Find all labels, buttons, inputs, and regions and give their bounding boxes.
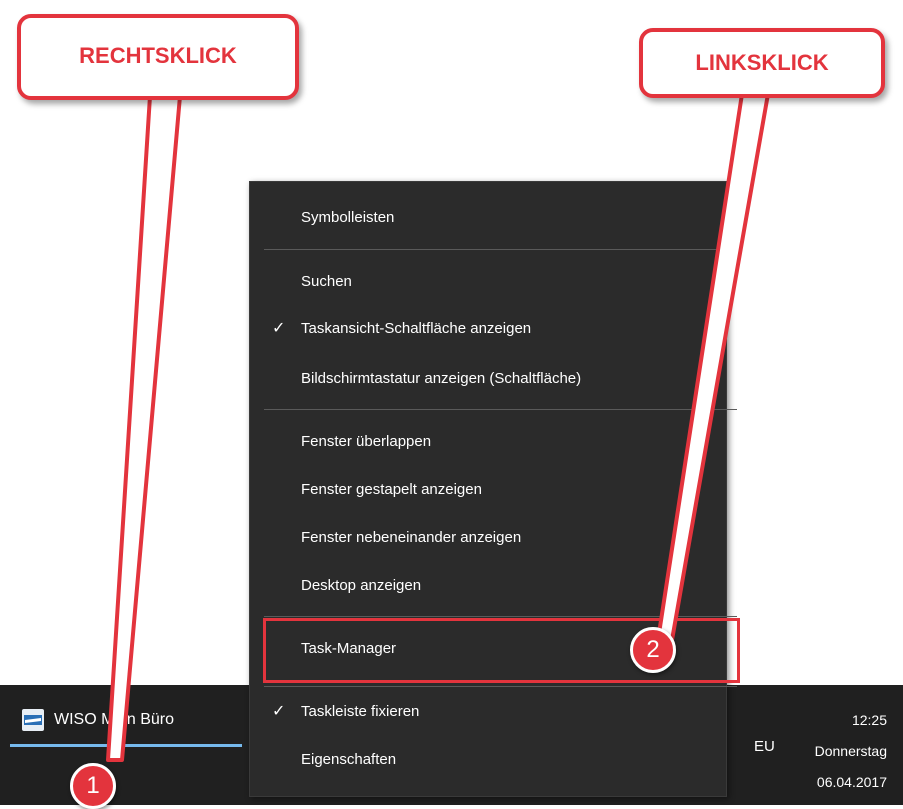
taskbar-context-menu: Symbolleisten Suchen ✓ Taskansicht-Schal… [249,181,737,797]
menu-item-label: Desktop anzeigen [301,577,422,594]
menu-separator [264,249,737,250]
checkmark-icon: ✓ [272,703,286,720]
clock-date: 06.04.2017 [816,774,887,790]
active-indicator [10,744,242,747]
menu-item-desktop-anzeigen[interactable]: Desktop anzeigen [250,566,726,606]
taskbar-app-wiso[interactable]: WISO Mein Büro [10,691,242,747]
menu-item-bildschirmtastatur[interactable]: Bildschirmtastatur anzeigen (Schaltfläch… [250,359,726,399]
menu-item-taskansicht[interactable]: ✓ Taskansicht-Schaltfläche anzeigen [250,309,726,349]
menu-item-symbolleisten[interactable]: Symbolleisten [250,198,726,238]
menu-item-taskleiste-fixieren[interactable]: ✓ Taskleiste fixieren [250,692,726,732]
menu-item-label: Taskansicht-Schaltfläche anzeigen [301,320,532,337]
menu-item-label: Fenster gestapelt anzeigen [301,481,482,498]
callout-rechtsklick: RECHTSKLICK [17,14,299,100]
menu-item-label: Eigenschaften [301,751,397,768]
menu-item-suchen[interactable]: Suchen [250,262,726,302]
taskbar-app-label: WISO Mein Büro [54,711,175,728]
clock-time: 12:25 [851,712,887,728]
menu-item-label: Symbolleisten [301,209,395,226]
checkmark-icon: ✓ [272,320,286,337]
callout-linksklick: LINKSKLICK [639,28,885,98]
language-indicator[interactable]: EU [754,738,775,755]
menu-separator [264,616,737,617]
menu-item-label: Fenster nebeneinander anzeigen [301,529,522,546]
menu-item-label: Suchen [301,273,352,290]
menu-item-label: Taskleiste fixieren [301,703,420,720]
taskbar-clock[interactable]: 12:25 Donnerstag 06.04.2017 [777,705,887,798]
clock-weekday: Donnerstag [814,743,887,759]
menu-separator [264,686,737,687]
menu-item-fenster-ueberlappen[interactable]: Fenster überlappen [250,422,726,462]
step-badge-2: 2 [630,627,676,673]
menu-item-eigenschaften[interactable]: Eigenschaften [250,740,726,780]
menu-item-fenster-nebeneinander[interactable]: Fenster nebeneinander anzeigen [250,518,726,558]
menu-item-label: Bildschirmtastatur anzeigen (Schaltfläch… [301,370,582,387]
menu-item-fenster-gestapelt[interactable]: Fenster gestapelt anzeigen [250,470,726,510]
wiso-app-icon [22,709,44,731]
step-badge-1: 1 [70,763,116,809]
menu-item-label: Fenster überlappen [301,433,432,450]
menu-separator [264,409,737,410]
